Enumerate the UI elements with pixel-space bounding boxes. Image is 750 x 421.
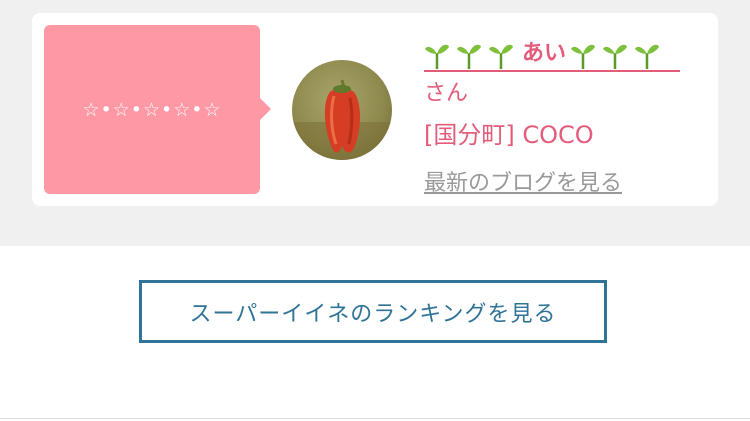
super-iine-ranking-button[interactable]: スーパーイイネのランキングを見る bbox=[139, 280, 607, 343]
red-pepper-image bbox=[292, 79, 392, 160]
sprout-icon bbox=[635, 44, 660, 69]
honorific: さん bbox=[424, 81, 469, 106]
profile-card[interactable]: ☆•☆•☆•☆•☆ あい さん [国分町] COCO 最新のブログを見る bbox=[32, 13, 718, 206]
ranking-button-label: スーパーイイネのランキングを見る bbox=[189, 301, 557, 327]
avatar[interactable] bbox=[292, 60, 392, 160]
profile-info: あい さん [国分町] COCO 最新のブログを見る bbox=[424, 29, 704, 198]
sprout-icon bbox=[425, 44, 449, 69]
bottom-divider bbox=[0, 418, 750, 419]
sprout-icon bbox=[457, 44, 481, 69]
message-bubble: ☆•☆•☆•☆•☆ bbox=[44, 25, 271, 194]
user-name[interactable]: あい bbox=[522, 41, 566, 67]
shop-name[interactable]: [国分町] COCO bbox=[424, 120, 704, 150]
sprout-icon bbox=[571, 44, 596, 69]
name-row[interactable]: あい bbox=[424, 29, 680, 72]
sprout-icon bbox=[603, 44, 628, 69]
latest-blog-link[interactable]: 最新のブログを見る bbox=[424, 170, 622, 198]
bubble-tail bbox=[259, 97, 271, 121]
message-text: ☆•☆•☆•☆•☆ bbox=[82, 98, 222, 121]
sprout-icon bbox=[489, 44, 513, 69]
